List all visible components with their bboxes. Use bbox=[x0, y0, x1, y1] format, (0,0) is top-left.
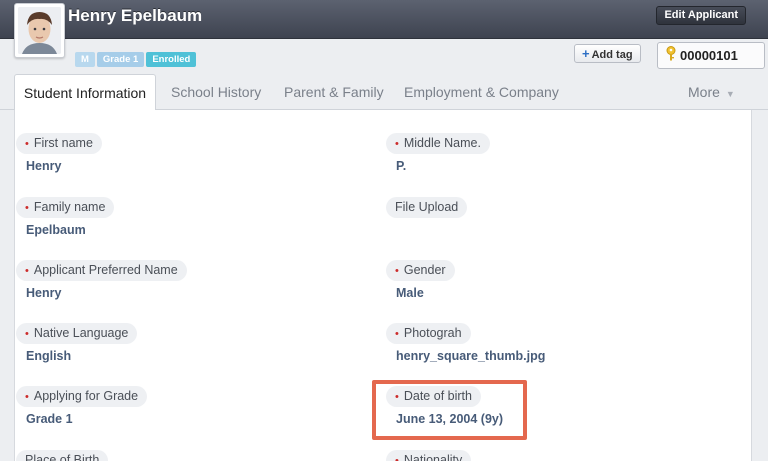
field-label: • Family name bbox=[16, 197, 115, 218]
required-marker: • bbox=[25, 202, 29, 214]
field-label-text: Photograh bbox=[403, 326, 462, 340]
field-first-name: • First name Henry bbox=[16, 133, 102, 173]
add-tag-button[interactable]: + Add tag bbox=[574, 44, 641, 63]
field-label: • Middle Name. bbox=[386, 133, 490, 154]
add-tag-label: Add tag bbox=[591, 49, 633, 61]
field-value: Henry bbox=[26, 159, 62, 173]
tab-bar: Student Information School History Paren… bbox=[0, 74, 768, 111]
avatar-photo bbox=[18, 7, 61, 54]
required-marker: • bbox=[395, 138, 399, 150]
field-label: • Applicant Preferred Name bbox=[16, 260, 187, 281]
tab-student-information[interactable]: Student Information bbox=[14, 74, 156, 111]
field-label-text: Nationality bbox=[403, 453, 463, 461]
field-label-text: Applying for Grade bbox=[33, 389, 139, 403]
field-label-text: Place of Birth bbox=[25, 453, 100, 461]
required-marker: • bbox=[25, 391, 29, 403]
field-label-text: File Upload bbox=[395, 200, 459, 214]
tag-gender[interactable]: M bbox=[75, 52, 95, 67]
date-of-birth-highlight bbox=[372, 380, 527, 440]
field-gender: • Gender Male bbox=[386, 260, 455, 300]
tab-more[interactable]: More ▼ bbox=[688, 74, 735, 110]
chevron-down-icon: ▼ bbox=[725, 89, 735, 99]
field-label: • First name bbox=[16, 133, 102, 154]
required-marker: • bbox=[25, 328, 29, 340]
tag-list: M Grade 1 Enrolled bbox=[75, 52, 198, 67]
tag-enrolled[interactable]: Enrolled bbox=[146, 52, 197, 67]
avatar[interactable] bbox=[14, 3, 65, 58]
required-marker: • bbox=[395, 328, 399, 340]
field-place-of-birth: Place of Birth bbox=[16, 450, 109, 461]
field-label: • Applying for Grade bbox=[16, 386, 148, 407]
field-label-text: Family name bbox=[33, 200, 106, 214]
applicant-name: Henry Epelbaum bbox=[68, 6, 203, 25]
field-middle-name: • Middle Name. P. bbox=[386, 133, 490, 173]
field-label-text: Applicant Preferred Name bbox=[33, 263, 178, 277]
field-native-language: • Native Language English bbox=[16, 323, 138, 363]
photograph-file-link[interactable]: henry_square_thumb.jpg bbox=[386, 349, 545, 363]
field-value: English bbox=[26, 349, 72, 363]
field-label-text: First name bbox=[33, 136, 93, 150]
tab-school-history[interactable]: School History bbox=[171, 74, 261, 110]
field-label: • Nationality bbox=[386, 450, 472, 461]
applicant-header: Henry Epelbaum Edit Applicant bbox=[0, 0, 768, 39]
field-value: Epelbaum bbox=[26, 223, 86, 237]
field-label: • Gender bbox=[386, 260, 455, 281]
field-applying-grade: • Applying for Grade Grade 1 bbox=[16, 386, 148, 426]
field-value: Grade 1 bbox=[26, 412, 73, 426]
field-label: File Upload bbox=[386, 197, 468, 218]
field-label: • Photograh bbox=[386, 323, 471, 344]
applicant-id: 00000101 bbox=[680, 48, 738, 63]
field-nationality: • Nationality bbox=[386, 450, 472, 461]
tab-parent-family[interactable]: Parent & Family bbox=[284, 74, 384, 110]
field-photograph: • Photograh henry_square_thumb.jpg bbox=[386, 323, 545, 363]
required-marker: • bbox=[25, 265, 29, 277]
key-icon bbox=[666, 44, 676, 69]
tag-grade[interactable]: Grade 1 bbox=[96, 52, 145, 67]
field-value: P. bbox=[396, 159, 407, 173]
tab-more-label: More bbox=[688, 84, 720, 100]
field-label: • Native Language bbox=[16, 323, 138, 344]
required-marker: • bbox=[25, 138, 29, 150]
field-preferred-name: • Applicant Preferred Name Henry bbox=[16, 260, 187, 300]
plus-icon: + bbox=[582, 46, 590, 61]
edit-applicant-button[interactable]: Edit Applicant bbox=[656, 6, 746, 25]
field-label-text: Native Language bbox=[33, 326, 129, 340]
required-marker: • bbox=[395, 455, 399, 461]
field-file-upload: File Upload bbox=[386, 197, 468, 218]
field-label-text: Gender bbox=[403, 263, 446, 277]
required-marker: • bbox=[395, 265, 399, 277]
applicant-id-badge: 00000101 bbox=[657, 42, 765, 69]
field-family-name: • Family name Epelbaum bbox=[16, 197, 115, 237]
field-label: Place of Birth bbox=[16, 450, 109, 461]
tab-employment-company[interactable]: Employment & Company bbox=[404, 74, 559, 110]
field-value: Henry bbox=[26, 286, 62, 300]
field-value: Male bbox=[396, 286, 424, 300]
field-label-text: Middle Name. bbox=[403, 136, 481, 150]
